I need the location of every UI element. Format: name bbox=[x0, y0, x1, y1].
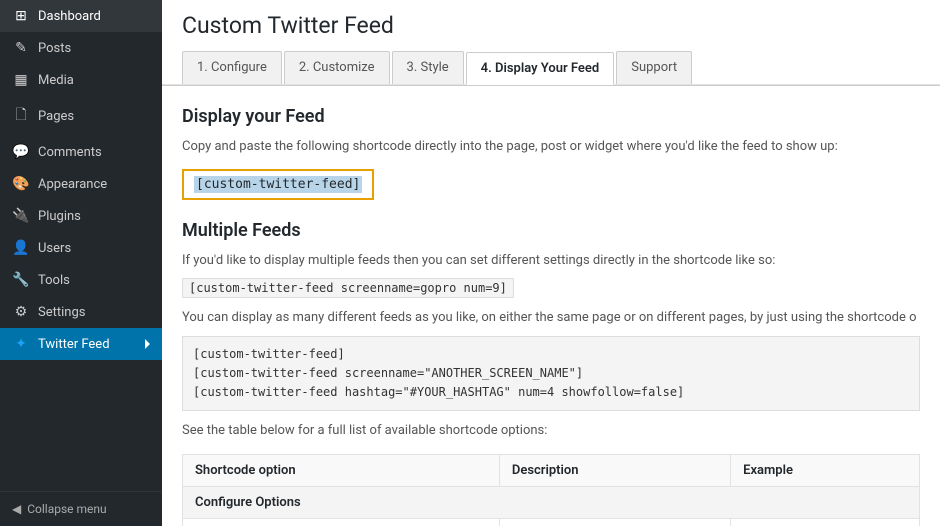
display-feed-title: Display your Feed bbox=[182, 106, 920, 127]
content-area: Display your Feed Copy and paste the fol… bbox=[162, 85, 940, 526]
tab-configure[interactable]: 1. Configure bbox=[182, 51, 282, 84]
display-feed-description: Copy and paste the following shortcode d… bbox=[182, 137, 920, 157]
shortcode-display-box[interactable]: [custom-twitter-feed] bbox=[182, 169, 374, 200]
media-icon: ▦ bbox=[12, 72, 30, 88]
sidebar-item-label: Twitter Feed bbox=[38, 337, 110, 352]
posts-icon: ✎ bbox=[12, 40, 30, 56]
page-title: Custom Twitter Feed bbox=[182, 12, 920, 39]
sidebar-item-pages[interactable]: 🗋 Pages bbox=[0, 96, 162, 136]
collapse-icon: ◀ bbox=[12, 502, 21, 516]
sidebar-item-comments[interactable]: 💬 Comments bbox=[0, 136, 162, 168]
sidebar-item-label: Media bbox=[38, 73, 74, 88]
sidebar-item-settings[interactable]: ⚙ Settings bbox=[0, 296, 162, 328]
tools-icon: 🔧 bbox=[12, 272, 30, 288]
table-header-example: Example bbox=[731, 455, 920, 487]
collapse-menu-button[interactable]: ◀ Collapse menu bbox=[0, 491, 162, 526]
code-block-multi: [custom-twitter-feed] [custom-twitter-fe… bbox=[182, 336, 920, 412]
table-cell-description bbox=[499, 519, 730, 526]
plugins-icon: 🔌 bbox=[12, 208, 30, 224]
sidebar-item-dashboard[interactable]: ⊞ Dashboard bbox=[0, 0, 162, 32]
sidebar: ⊞ Dashboard ✎ Posts ▦ Media 🗋 Pages 💬 Co… bbox=[0, 0, 162, 526]
table-cell-example bbox=[731, 519, 920, 526]
page-header: Custom Twitter Feed 1. Configure 2. Cust… bbox=[162, 0, 940, 85]
appearance-icon: 🎨 bbox=[12, 176, 30, 192]
multiple-feeds-desc1: If you'd like to display multiple feeds … bbox=[182, 251, 920, 271]
multiple-feeds-title: Multiple Feeds bbox=[182, 220, 920, 241]
tabs-bar: 1. Configure 2. Customize 3. Style 4. Di… bbox=[182, 51, 920, 84]
main-content: Custom Twitter Feed 1. Configure 2. Cust… bbox=[162, 0, 940, 526]
sidebar-item-media[interactable]: ▦ Media bbox=[0, 64, 162, 96]
sidebar-item-label: Posts bbox=[38, 41, 71, 56]
sidebar-item-users[interactable]: 👤 Users bbox=[0, 232, 162, 264]
table-group-row: Configure Options bbox=[183, 487, 920, 519]
sidebar-item-label: Dashboard bbox=[38, 9, 101, 24]
shortcode-text: [custom-twitter-feed] bbox=[194, 176, 362, 193]
tab-customize[interactable]: 2. Customize bbox=[284, 51, 390, 84]
tab-style[interactable]: 3. Style bbox=[392, 51, 464, 84]
code-line-2: [custom-twitter-feed screenname="ANOTHER… bbox=[193, 364, 909, 383]
code-line-3: [custom-twitter-feed hashtag="#YOUR_HASH… bbox=[193, 383, 909, 402]
dashboard-icon: ⊞ bbox=[12, 8, 30, 24]
table-row bbox=[183, 519, 920, 526]
sidebar-item-posts[interactable]: ✎ Posts bbox=[0, 32, 162, 64]
tab-display[interactable]: 4. Display Your Feed bbox=[466, 52, 615, 85]
table-header-description: Description bbox=[499, 455, 730, 487]
users-icon: 👤 bbox=[12, 240, 30, 256]
sidebar-item-label: Appearance bbox=[38, 177, 107, 192]
sidebar-item-label: Plugins bbox=[38, 209, 81, 224]
sidebar-arrow-icon bbox=[145, 339, 150, 349]
tab-support[interactable]: Support bbox=[616, 51, 692, 84]
see-table-text: See the table below for a full list of a… bbox=[182, 423, 920, 438]
collapse-label: Collapse menu bbox=[27, 502, 106, 516]
sidebar-item-label: Settings bbox=[38, 305, 85, 320]
code-line-1: [custom-twitter-feed] bbox=[193, 345, 909, 364]
sidebar-item-twitter-feed[interactable]: ✦ Twitter Feed bbox=[0, 328, 162, 360]
settings-icon: ⚙ bbox=[12, 304, 30, 320]
multiple-feeds-desc2: You can display as many different feeds … bbox=[182, 308, 920, 328]
sidebar-item-tools[interactable]: 🔧 Tools bbox=[0, 264, 162, 296]
sidebar-item-label: Comments bbox=[38, 145, 102, 160]
table-cell-option bbox=[183, 519, 500, 526]
sidebar-item-plugins[interactable]: 🔌 Plugins bbox=[0, 200, 162, 232]
sidebar-item-label: Pages bbox=[38, 109, 74, 124]
table-group-label: Configure Options bbox=[183, 487, 920, 519]
comments-icon: 💬 bbox=[12, 144, 30, 160]
sidebar-item-label: Users bbox=[38, 241, 71, 256]
shortcode-options-table: Shortcode option Description Example Con… bbox=[182, 454, 920, 526]
table-header-option: Shortcode option bbox=[183, 455, 500, 487]
sidebar-item-label: Tools bbox=[38, 273, 70, 288]
pages-icon: 🗋 bbox=[12, 104, 30, 128]
twitter-feed-icon: ✦ bbox=[12, 336, 30, 352]
sidebar-item-appearance[interactable]: 🎨 Appearance bbox=[0, 168, 162, 200]
code-example-1: [custom-twitter-feed screenname=gopro nu… bbox=[182, 278, 514, 298]
